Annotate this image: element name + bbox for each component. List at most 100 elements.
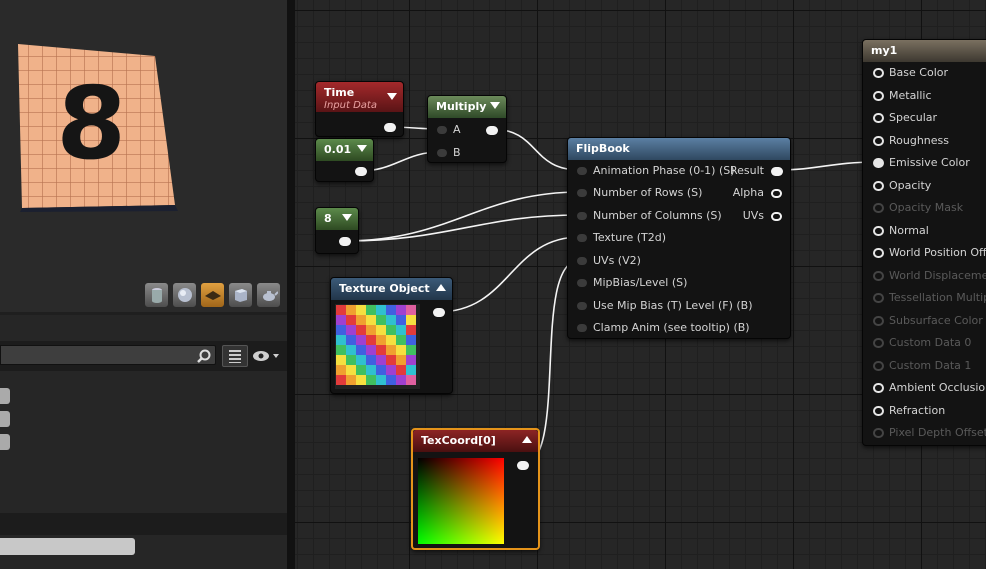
material-input-pin xyxy=(873,316,884,326)
multiply-input-b-pin[interactable] xyxy=(437,149,447,157)
texcoord-node[interactable]: TexCoord[0] xyxy=(411,428,540,550)
material-input-label: World Position Offset xyxy=(889,246,986,259)
details-value-bar[interactable] xyxy=(0,538,135,555)
material-input-label: Refraction xyxy=(889,404,946,417)
time-node[interactable]: Time Input Data xyxy=(315,81,404,137)
texcoord-node-header[interactable]: TexCoord[0] xyxy=(413,430,538,452)
flipbook-input-pin[interactable] xyxy=(577,324,587,332)
material-input-label: Tessellation Multiplier xyxy=(889,291,986,304)
constant-node-header[interactable]: 8 xyxy=(316,208,358,230)
material-input-pin[interactable] xyxy=(873,136,884,146)
constant-value: 8 xyxy=(324,212,332,225)
material-input-label: Base Color xyxy=(889,66,949,79)
flipbook-input-label: Animation Phase (0-1) (S) xyxy=(593,164,735,177)
material-input-label: Ambient Occlusion xyxy=(889,381,986,394)
sphere-icon xyxy=(178,288,192,302)
texcoord-output-pin[interactable] xyxy=(517,461,529,470)
multiply-node[interactable]: Multiply A B xyxy=(427,95,507,163)
flipbook-node-header[interactable]: FlipBook xyxy=(568,138,790,160)
collapse-arrow-icon[interactable] xyxy=(387,93,397,100)
time-node-header[interactable]: Time Input Data xyxy=(316,82,403,112)
row-reset-button[interactable] xyxy=(0,411,10,427)
flipbook-input-pin[interactable] xyxy=(577,212,587,220)
flipbook-input-label: Use Mip Bias (T) Level (F) (B) xyxy=(593,299,753,312)
material-input-pin[interactable] xyxy=(873,68,884,78)
material-input-label: Custom Data 0 xyxy=(889,336,972,349)
details-search-input[interactable] xyxy=(0,345,216,365)
row-reset-button[interactable] xyxy=(0,388,10,404)
collapse-arrow-icon[interactable] xyxy=(357,145,367,152)
multiply-input-a-pin[interactable] xyxy=(437,126,447,134)
texture-object-output-pin[interactable] xyxy=(433,308,445,317)
material-input-pin[interactable] xyxy=(873,226,884,236)
list-icon xyxy=(229,350,241,363)
constant-8-node[interactable]: 8 xyxy=(315,207,359,254)
constant-output-pin[interactable] xyxy=(339,237,351,246)
preview-cube-button[interactable] xyxy=(228,282,253,308)
details-row xyxy=(0,431,287,453)
material-input-pin[interactable] xyxy=(873,181,884,191)
texture-object-node[interactable]: Texture Object xyxy=(330,277,453,394)
flipbook-input-pin[interactable] xyxy=(577,257,587,265)
material-input-label: Opacity Mask xyxy=(889,201,964,214)
flipbook-output-alpha-pin[interactable] xyxy=(771,189,782,198)
material-input-pin xyxy=(873,338,884,348)
material-input-pin[interactable] xyxy=(873,91,884,101)
left-panel: 8 xyxy=(0,0,287,569)
preview-plane-button[interactable] xyxy=(200,282,225,308)
preview-viewport[interactable]: 8 xyxy=(0,0,287,312)
material-input-label: Roughness xyxy=(889,134,950,147)
eye-icon xyxy=(253,351,279,361)
preview-teapot-button[interactable] xyxy=(256,282,281,308)
multiply-output-pin[interactable] xyxy=(486,126,498,135)
panel-splitter[interactable] xyxy=(287,0,295,569)
material-input-label: Pixel Depth Offset xyxy=(889,426,986,439)
flipbook-input-pin[interactable] xyxy=(577,302,587,310)
preview-cylinder-button[interactable] xyxy=(144,282,169,308)
constant-0.01-node[interactable]: 0.01 xyxy=(315,138,374,182)
search-icon[interactable] xyxy=(197,349,211,363)
time-output-pin[interactable] xyxy=(384,123,396,132)
material-input-pin[interactable] xyxy=(873,406,884,416)
material-input-pin[interactable] xyxy=(873,158,884,168)
material-input-label: Custom Data 1 xyxy=(889,359,972,372)
material-input-pin xyxy=(873,203,884,213)
material-input-label: Subsurface Color xyxy=(889,314,983,327)
flipbook-node-title: FlipBook xyxy=(576,142,630,155)
flipbook-input-pin[interactable] xyxy=(577,167,587,175)
row-reset-button[interactable] xyxy=(0,434,10,450)
texture-object-header[interactable]: Texture Object xyxy=(331,278,452,300)
flipbook-output-result-pin[interactable] xyxy=(771,167,783,176)
preview-sphere-button[interactable] xyxy=(172,282,197,308)
flipbook-input-pin[interactable] xyxy=(577,234,587,242)
material-input-label: Metallic xyxy=(889,89,932,102)
list-view-button[interactable] xyxy=(222,345,248,367)
collapse-arrow-icon[interactable] xyxy=(522,436,532,443)
multiply-node-header[interactable]: Multiply xyxy=(428,96,506,118)
teapot-icon xyxy=(263,291,278,301)
flipbook-input-pin[interactable] xyxy=(577,189,587,197)
flipbook-input-pin[interactable] xyxy=(577,279,587,287)
flipbook-output-uvs-pin[interactable] xyxy=(771,212,782,221)
collapse-arrow-icon[interactable] xyxy=(490,102,500,109)
multiply-input-b-label: B xyxy=(453,146,461,159)
flipbook-input-label: Number of Columns (S) xyxy=(593,209,722,222)
material-result-node[interactable]: my1 Base Color Metallic Specular Roughne… xyxy=(862,39,986,446)
material-node-header[interactable]: my1 xyxy=(863,40,986,62)
uv-gradient-preview xyxy=(418,458,504,544)
material-input-pin[interactable] xyxy=(873,248,884,258)
collapse-arrow-icon[interactable] xyxy=(342,214,352,221)
material-input-label: World Displacement xyxy=(889,269,986,282)
material-input-pin[interactable] xyxy=(873,383,884,393)
visibility-dropdown-button[interactable] xyxy=(252,346,284,366)
constant-node-header[interactable]: 0.01 xyxy=(316,139,373,161)
texture-object-title: Texture Object xyxy=(339,282,430,295)
flipbook-node[interactable]: FlipBook Animation Phase (0-1) (S) Numbe… xyxy=(567,137,791,339)
constant-output-pin[interactable] xyxy=(355,167,367,176)
material-input-pin xyxy=(873,428,884,438)
material-input-pin xyxy=(873,271,884,281)
material-input-pin[interactable] xyxy=(873,113,884,123)
time-node-title: Time xyxy=(324,86,355,99)
collapse-arrow-icon[interactable] xyxy=(436,284,446,291)
flipbook-input-label: Clamp Anim (see tooltip) (B) xyxy=(593,321,750,334)
